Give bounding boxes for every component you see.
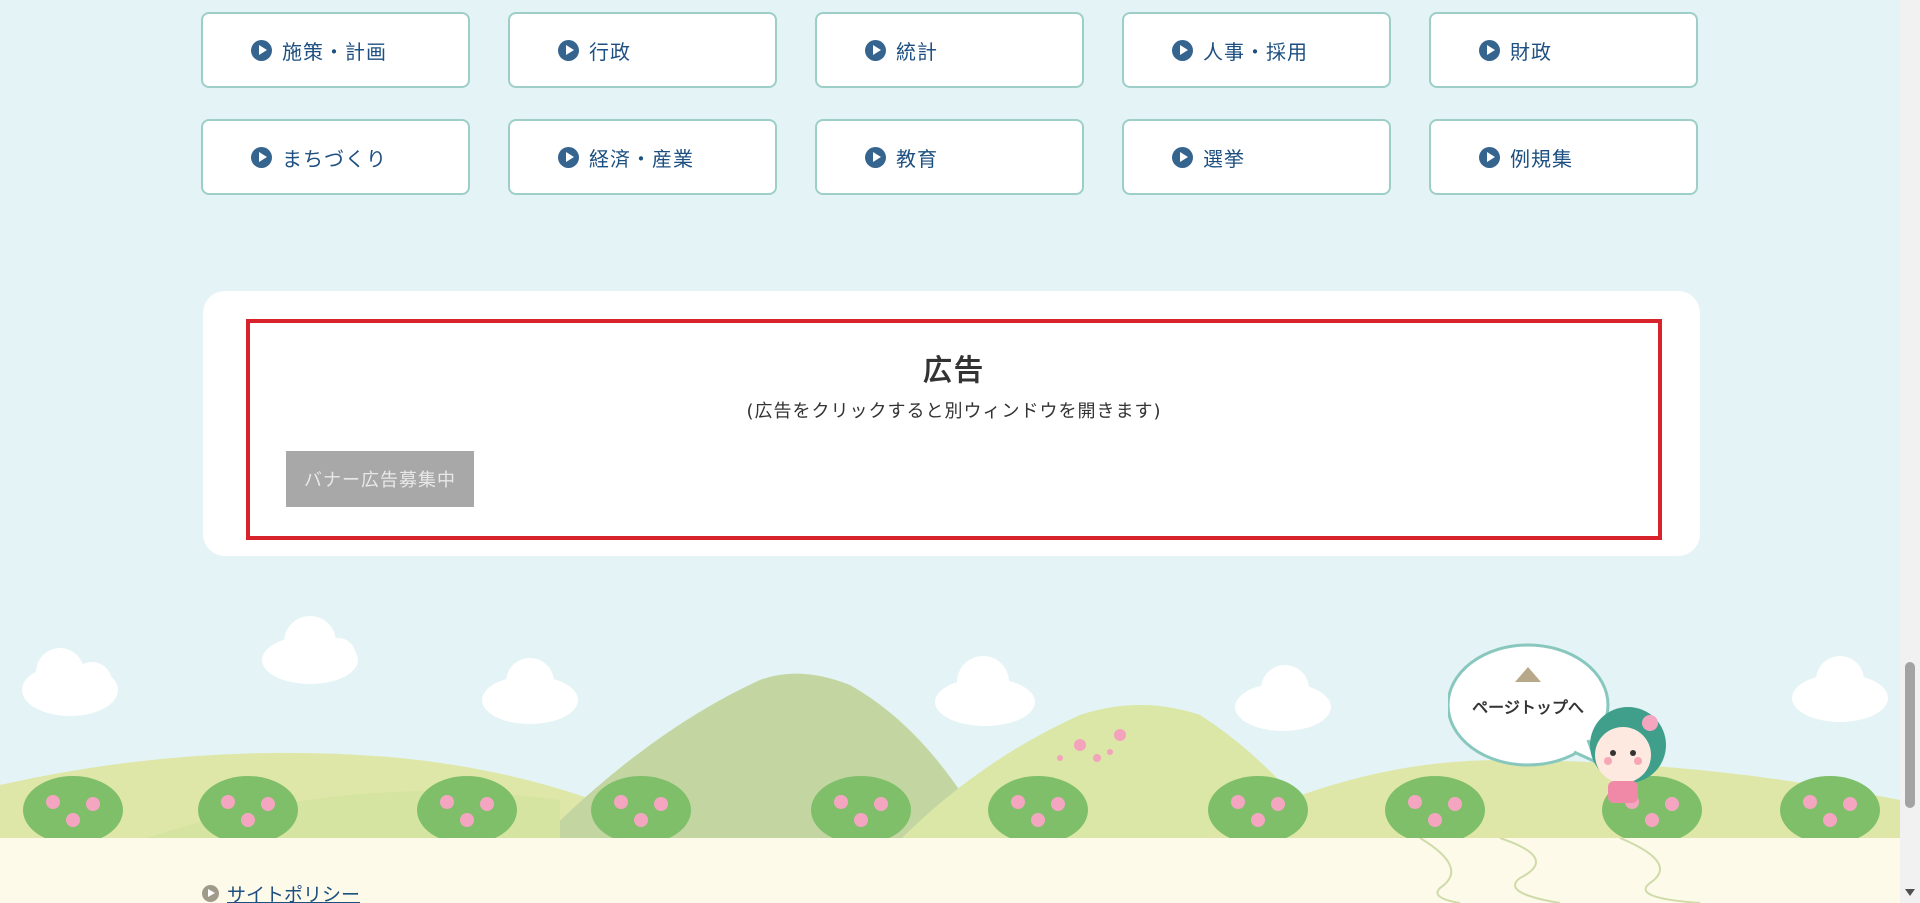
category-button-statistics[interactable]: 統計 [815,12,1084,88]
category-label: 施策・計画 [282,39,387,64]
category-label: 例規集 [1510,146,1573,171]
play-circle-icon [865,146,886,168]
play-circle-icon [865,39,886,61]
category-grid: 施策・計画 行政 統計 人事・採用 財政 まちづくり 経済・産業 教育 選挙 例… [201,12,1700,195]
play-circle-icon [251,39,272,61]
category-label: 教育 [896,146,938,171]
play-circle-icon [1479,146,1500,168]
ad-box: 広告 (広告をクリックすると別ウィンドウを開きます) バナー広告募集中 [246,319,1662,540]
category-button-personnel[interactable]: 人事・採用 [1122,12,1391,88]
play-circle-icon [558,146,579,168]
mascot-character [1590,707,1666,803]
site-policy-link[interactable]: サイトポリシー [202,880,360,903]
scrollbar[interactable] [1900,0,1920,903]
category-button-regulations[interactable]: 例規集 [1429,119,1698,195]
ad-note: (広告をクリックすると別ウィンドウを開きます) [746,401,1162,422]
play-circle-icon [202,885,219,902]
category-button-town-planning[interactable]: まちづくり [201,119,470,195]
play-circle-icon [251,146,272,168]
ad-section: 広告 (広告をクリックすると別ウィンドウを開きます) バナー広告募集中 [203,291,1700,556]
category-label: まちづくり [282,146,387,171]
category-button-education[interactable]: 教育 [815,119,1084,195]
page: 施策・計画 行政 統計 人事・採用 財政 まちづくり 経済・産業 教育 選挙 例… [0,0,1900,903]
category-label: 経済・産業 [589,146,694,171]
category-button-economy[interactable]: 経済・産業 [508,119,777,195]
page-top-button[interactable]: ページトップへ [1448,640,1688,820]
site-policy-label: サイトポリシー [227,884,361,903]
category-label: 財政 [1510,39,1552,64]
category-button-elections[interactable]: 選挙 [1122,119,1391,195]
play-circle-icon [1172,39,1193,61]
play-circle-icon [1172,146,1193,168]
category-button-administration[interactable]: 行政 [508,12,777,88]
category-label: 行政 [589,39,631,64]
category-label: 統計 [896,39,938,64]
category-label: 選挙 [1203,146,1245,171]
page-top-label: ページトップへ [1472,698,1584,717]
ad-title: 広告 [922,353,985,387]
scrollbar-thumb[interactable] [1905,662,1915,808]
category-button-finance[interactable]: 財政 [1429,12,1698,88]
category-label: 人事・採用 [1203,39,1308,64]
category-button-policy[interactable]: 施策・計画 [201,12,470,88]
play-circle-icon [1479,39,1500,61]
play-circle-icon [558,39,579,61]
scroll-down-arrow-icon[interactable] [1905,889,1915,896]
banner-ad-recruiting[interactable]: バナー広告募集中 [286,451,474,507]
